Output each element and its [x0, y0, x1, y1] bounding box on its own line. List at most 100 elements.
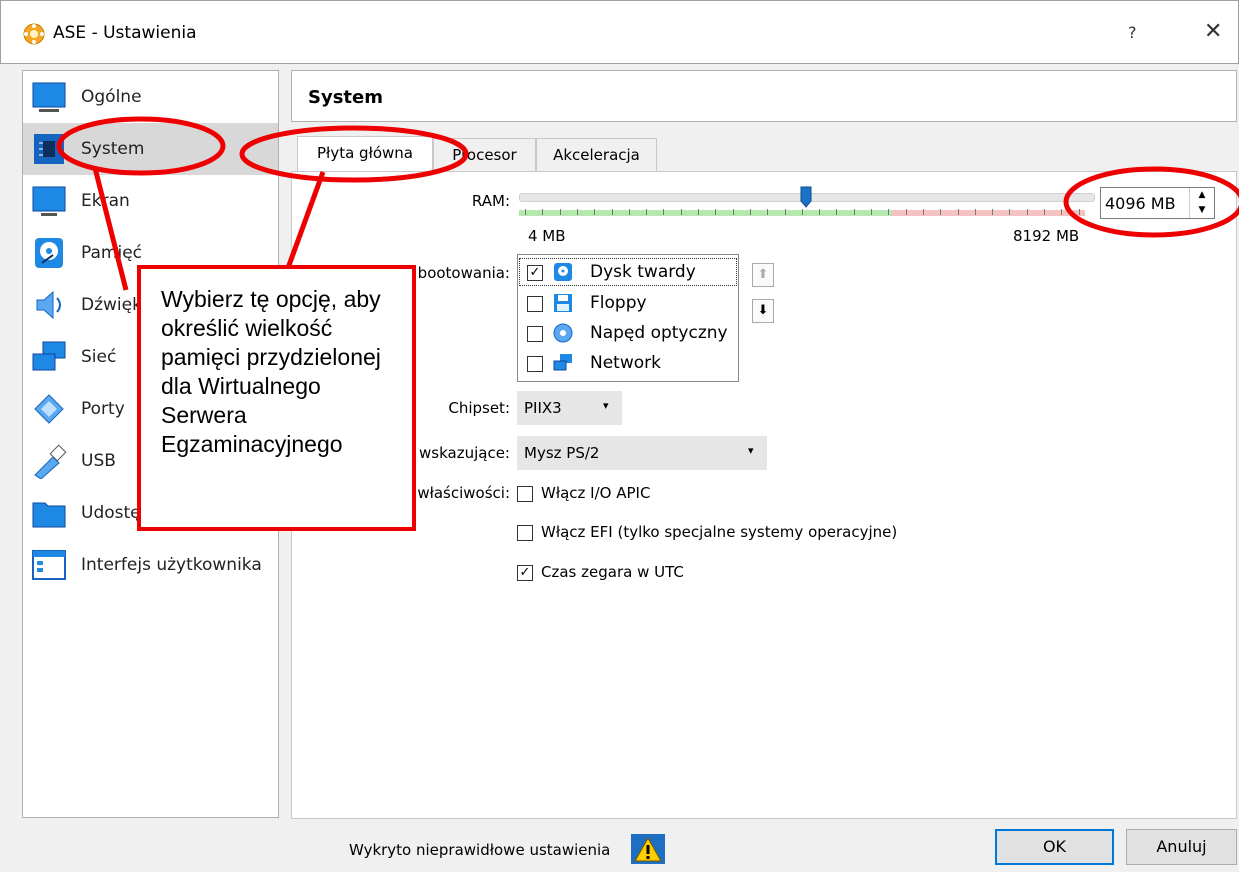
sidebar-item-system[interactable]: System	[23, 123, 278, 175]
ram-max-label: 8192 MB	[1013, 227, 1080, 245]
chipset-select[interactable]: PIIX3 ▾	[517, 391, 622, 425]
sidebar-item-general[interactable]: Ogólne	[23, 71, 278, 123]
ram-tick	[1009, 209, 1011, 215]
sidebar-item-user-interface[interactable]: Interfejs użytkownika	[23, 539, 278, 591]
ram-tick	[542, 209, 544, 215]
ram-tick	[992, 209, 994, 215]
ui-icon	[32, 550, 66, 580]
ram-spinbox[interactable]: 4096 MB ▲ ▼	[1100, 187, 1215, 219]
chipset-value: PIIX3	[524, 399, 562, 417]
ram-tick	[1078, 209, 1080, 215]
ram-tick	[853, 209, 855, 215]
sidebar-item-label: Porty	[81, 399, 125, 419]
tab-acceleration[interactable]: Akceleracja	[536, 138, 657, 172]
ram-tick	[749, 209, 751, 215]
sidebar-item-display[interactable]: Ekran	[23, 175, 278, 227]
ram-tick	[698, 209, 699, 215]
ram-tick	[646, 209, 648, 215]
ram-slider-handle[interactable]	[800, 186, 812, 208]
boot-item-network[interactable]: Network	[518, 348, 738, 378]
ram-tick	[628, 209, 630, 215]
move-up-button[interactable]: ⬆	[752, 263, 774, 287]
ports-icon	[34, 394, 64, 424]
ram-tick	[767, 209, 769, 215]
sidebar-item-label: Sieć	[81, 347, 117, 367]
help-button[interactable]: ?	[1128, 23, 1137, 42]
ram-tick	[974, 209, 976, 215]
sidebar-item-label: System	[81, 139, 145, 159]
ram-tick	[1061, 209, 1063, 215]
sidebar-item-label: Ogólne	[81, 87, 142, 107]
audio-icon	[36, 290, 61, 320]
chevron-down-icon: ▾	[603, 399, 609, 412]
ram-tick	[957, 209, 959, 215]
boot-checkbox[interactable]	[527, 356, 543, 372]
ram-tick	[559, 209, 561, 215]
ram-tick	[576, 209, 578, 215]
efi-checkbox[interactable]	[517, 525, 533, 541]
ram-tick	[732, 209, 734, 215]
warning-icon[interactable]	[631, 834, 665, 864]
annotation-text: Wybierz tę opcję, aby określić wielkość …	[161, 286, 381, 457]
ram-tick	[801, 209, 803, 215]
spin-up-icon[interactable]: ▲	[1189, 188, 1214, 203]
ram-tick	[1026, 209, 1028, 215]
optical-drive-icon	[553, 323, 573, 343]
tab-processor[interactable]: Procesor	[433, 138, 536, 172]
hard-disk-icon	[554, 263, 572, 281]
ram-tick	[611, 209, 613, 215]
ram-tick	[836, 209, 838, 215]
spin-down-icon[interactable]: ▼	[1189, 203, 1214, 218]
ram-tick	[784, 209, 786, 215]
close-button[interactable]: ✕	[1204, 19, 1222, 44]
boot-checkbox[interactable]	[527, 296, 543, 312]
boot-item-floppy[interactable]: Floppy	[518, 288, 738, 318]
chevron-down-icon: ▾	[748, 444, 754, 457]
io-apic-checkbox[interactable]	[517, 486, 533, 502]
sidebar-item-label: Dźwięk	[81, 295, 142, 315]
efi-label: Włącz EFI (tylko specjalne systemy opera…	[541, 523, 898, 541]
ram-tick	[905, 209, 907, 215]
sidebar-item-label: Ekran	[81, 191, 130, 211]
ram-tick	[525, 209, 526, 215]
display-icon	[32, 186, 66, 216]
boot-item-label: Napęd optyczny	[590, 323, 728, 343]
general-icon	[32, 82, 66, 112]
ram-tick	[871, 209, 872, 215]
ram-tick	[1044, 209, 1045, 215]
system-chip-icon	[34, 134, 64, 164]
move-down-button[interactable]: ⬇	[752, 299, 774, 323]
boot-checkbox[interactable]: ✓	[527, 265, 543, 281]
section-header: System	[291, 70, 1237, 122]
folder-icon	[32, 502, 66, 528]
cancel-button[interactable]: Anuluj	[1126, 829, 1237, 865]
sidebar-item-label: Interfejs użytkownika	[81, 555, 262, 575]
boot-item-label: Dysk twardy	[590, 262, 696, 282]
virtualbox-icon	[23, 23, 45, 45]
ram-tick	[680, 209, 682, 215]
pointing-device-select[interactable]: Mysz PS/2 ▾	[517, 436, 767, 470]
boot-item-optical[interactable]: Napęd optyczny	[518, 318, 738, 348]
tab-motherboard[interactable]: Płyta główna	[297, 136, 433, 172]
ram-tick	[663, 209, 665, 215]
ok-button[interactable]: OK	[995, 829, 1114, 865]
ram-value: 4096 MB	[1105, 194, 1176, 213]
page-title: System	[308, 87, 383, 108]
boot-checkbox[interactable]	[527, 326, 543, 342]
ram-tick	[940, 209, 942, 215]
boot-order-list[interactable]: ✓ Dysk twardy Floppy Napęd optyczny Netw…	[517, 254, 739, 382]
ram-min-label: 4 MB	[528, 227, 566, 245]
utc-clock-checkbox[interactable]: ✓	[517, 565, 533, 581]
invalid-settings-status: Wykryto nieprawidłowe ustawienia	[349, 841, 611, 859]
boot-item-label: Floppy	[590, 293, 647, 313]
storage-icon	[35, 238, 63, 268]
annotation-callout: Wybierz tę opcję, aby określić wielkość …	[137, 265, 416, 531]
network-boot-icon	[553, 354, 572, 371]
pointing-device-value: Mysz PS/2	[524, 444, 600, 462]
usb-icon	[34, 444, 67, 479]
boot-item-hard-disk[interactable]: ✓ Dysk twardy	[518, 257, 738, 287]
ram-tick	[888, 209, 890, 215]
sidebar-item-label: Pamięć	[81, 243, 142, 263]
ram-tick	[715, 209, 717, 215]
ram-tick	[819, 209, 821, 215]
